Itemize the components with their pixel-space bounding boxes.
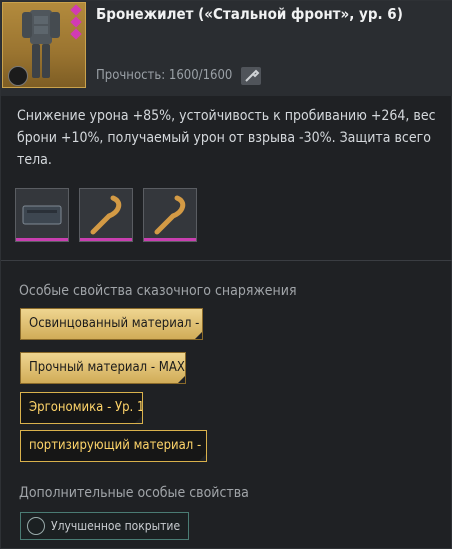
mod-slot[interactable] bbox=[79, 188, 133, 242]
extra-section-title: Дополнительные особые свойства bbox=[19, 485, 249, 501]
extra-prop[interactable]: Улучшенное покрытие bbox=[20, 512, 190, 540]
item-header: Бронежилет («Стальной фронт», ур. 6) Про… bbox=[1, 1, 452, 96]
case-icon bbox=[22, 205, 62, 225]
rarity-bar bbox=[144, 238, 196, 241]
rope-icon bbox=[154, 195, 186, 235]
legendary-section-title: Особые свойства сказочного снаряжения bbox=[19, 283, 297, 299]
item-image bbox=[2, 2, 86, 88]
item-title: Бронежилет («Стальной фронт», ур. 6) bbox=[96, 5, 403, 23]
legendary-prop[interactable]: Эргономика - Ур. 1 bbox=[20, 392, 143, 424]
mod-slot[interactable] bbox=[143, 188, 197, 242]
legendary-prop[interactable]: Освинцованный материал - M bbox=[20, 308, 203, 340]
item-tooltip: Бронежилет («Стальной фронт», ур. 6) Про… bbox=[0, 0, 452, 549]
rarity-stars bbox=[70, 4, 82, 42]
repair-wrench-icon[interactable] bbox=[241, 67, 261, 85]
prop-label: Прочный материал - MAX bbox=[29, 360, 185, 375]
rope-icon bbox=[90, 195, 122, 235]
rarity-bar bbox=[80, 238, 132, 241]
prop-label: Эргономика - Ур. 1 bbox=[29, 400, 143, 415]
coating-icon bbox=[27, 516, 45, 535]
rarity-star-icon bbox=[70, 28, 82, 40]
prop-label: портизирующий материал - Ь bbox=[29, 438, 207, 453]
item-durability: Прочность: 1600/1600 bbox=[96, 68, 233, 83]
mod-slot[interactable] bbox=[15, 188, 69, 242]
rarity-bar bbox=[16, 238, 68, 241]
rarity-star-icon bbox=[70, 16, 82, 28]
rarity-star-icon bbox=[70, 4, 82, 16]
item-description: Снижение урона +85%, устойчивость к проб… bbox=[17, 108, 436, 168]
extra-prop-label: Улучшенное покрытие bbox=[51, 519, 181, 533]
divider bbox=[1, 260, 452, 261]
prop-label: Освинцованный материал - M bbox=[29, 316, 203, 331]
faction-badge-icon bbox=[8, 66, 28, 86]
legendary-prop[interactable]: портизирующий материал - Ь bbox=[20, 430, 207, 462]
legendary-prop[interactable]: Прочный материал - MAX bbox=[20, 352, 186, 384]
